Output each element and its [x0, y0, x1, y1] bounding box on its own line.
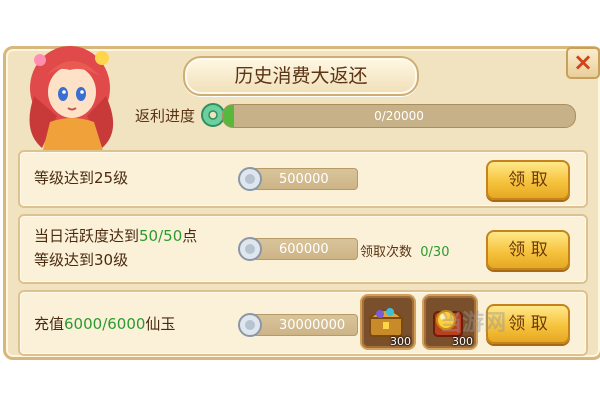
row-condition-line1: 当日活跃度达到50/50点	[34, 224, 197, 248]
condition-suffix: 点	[182, 227, 198, 245]
rebate-progress-bar: 0/20000	[222, 104, 576, 128]
silver-amount: 30000000	[238, 313, 358, 337]
progress-text: 0/20000	[374, 109, 424, 123]
silver-coin-icon	[238, 237, 262, 261]
site-watermark: 当游网	[440, 311, 507, 336]
rebate-progress-label: 返利进度	[135, 107, 196, 125]
condition-text: 充值	[34, 315, 65, 333]
claim-count: 领取次数 0/30	[360, 241, 449, 260]
claim-button[interactable]: 领 取	[486, 160, 570, 200]
reward-row-level25: 等级达到25级 500000 领 取	[18, 150, 588, 208]
silver-coin-icon	[238, 313, 262, 337]
reward-row-activity: 当日活跃度达到50/50点 等级达到30级 600000 领取次数 0/30 领…	[18, 214, 588, 284]
reward-quantity: 300	[390, 335, 411, 348]
character-portrait	[29, 46, 114, 154]
silver-amount-value: 30000000	[279, 318, 346, 333]
silver-amount-value: 500000	[279, 172, 329, 187]
silver-amount-value: 600000	[279, 242, 329, 257]
condition-text: 当日活跃度达到	[34, 227, 140, 245]
close-button[interactable]: ×	[566, 47, 600, 79]
claim-button[interactable]: 领 取	[486, 230, 570, 270]
silver-amount: 500000	[238, 167, 358, 191]
recharge-value: 6000/6000	[64, 315, 146, 333]
claim-count-label: 领取次数	[360, 245, 413, 260]
silver-coin-icon	[238, 167, 262, 191]
row-condition: 充值6000/6000仙玉	[34, 312, 175, 336]
activity-value: 50/50	[139, 227, 183, 245]
silver-amount: 600000	[238, 237, 358, 261]
condition-suffix: 仙玉	[145, 315, 176, 333]
claim-count-value: 0/30	[420, 245, 450, 260]
reward-item-chest[interactable]: 300	[360, 294, 416, 350]
dialog-title: 历史消费大返还	[183, 56, 419, 96]
row-condition-line2: 等级达到30级	[34, 251, 129, 269]
row-condition: 等级达到25级	[34, 169, 129, 187]
